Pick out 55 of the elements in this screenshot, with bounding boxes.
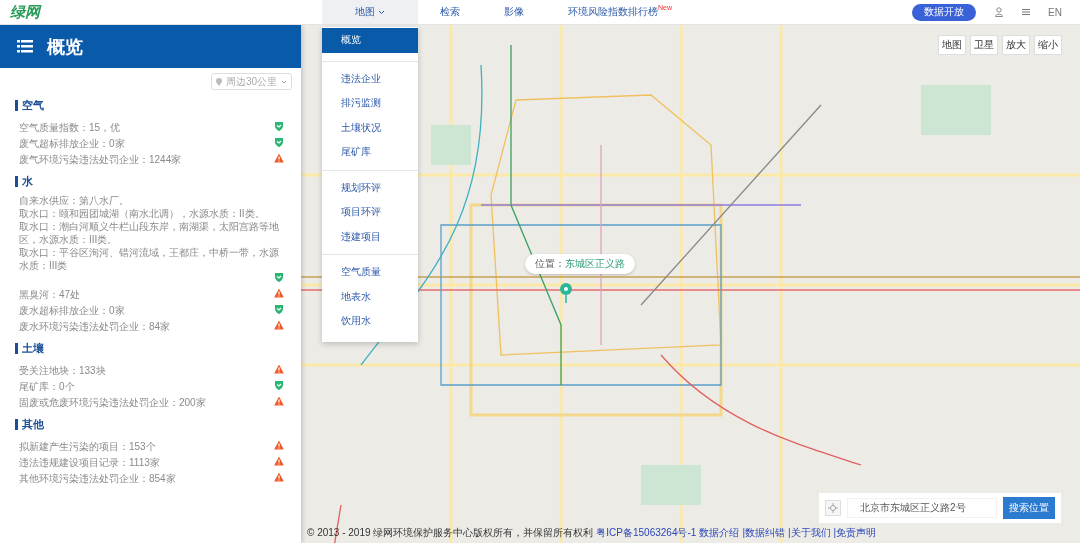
summary-text: 废气超标排放企业：0家 — [19, 137, 125, 150]
menu-item[interactable]: 饮用水 — [322, 309, 418, 334]
menu-icon[interactable] — [1021, 7, 1032, 17]
list-icon — [17, 40, 33, 53]
menu-item[interactable]: 违法企业 — [322, 66, 418, 91]
section-heading: 土壤 — [15, 343, 284, 354]
copyright-text: © 2013 - 2019 绿网环境保护服务中心版权所有，并保留所有权利 — [307, 526, 594, 540]
footer-link[interactable]: |免责声明 — [833, 526, 877, 540]
nav-tab[interactable]: 检索 — [418, 0, 482, 24]
summary-text: 受关注地块：133块 — [19, 364, 106, 377]
footer-link[interactable]: |关于我们 — [788, 526, 831, 540]
menu-item[interactable]: 地表水 — [322, 284, 418, 309]
caret-icon — [281, 79, 287, 84]
panel-title: 概览 — [47, 35, 83, 59]
section-heading: 其他 — [15, 419, 284, 430]
summary-text: 废气环境污染违法处罚企业：1244家 — [19, 153, 182, 166]
footer-link[interactable]: |数据纠错 — [742, 526, 785, 540]
summary-text: 废水环境污染违法处罚企业：84家 — [19, 320, 171, 333]
menu-item[interactable]: 违建项目 — [322, 224, 418, 249]
map-control-button[interactable]: 缩小 — [1034, 35, 1062, 55]
summary-text: 其他环境污染违法处罚企业：854家 — [19, 472, 176, 485]
summary-text: 废水超标排放企业：0家 — [19, 304, 125, 317]
summary-text: 固废或危废环境污染违法处罚企业：200家 — [19, 396, 206, 409]
footer-link[interactable]: 数据介绍 — [699, 526, 740, 540]
user-icon[interactable] — [994, 7, 1005, 17]
summary-text: 黑臭河：47处 — [19, 288, 81, 301]
summary-text: 空气质量指数：15，优 — [19, 121, 121, 134]
menu-item[interactable]: 空气质量 — [322, 260, 418, 285]
section-heading: 空气 — [15, 100, 284, 111]
footer-link[interactable]: 粤ICP备15063264号-1 — [596, 526, 697, 540]
summary-text: 拟新建产生污染的项目：153个 — [19, 440, 156, 453]
logo[interactable]: 绿网 — [0, 2, 322, 22]
menu-item[interactable]: 规划环评 — [322, 175, 418, 200]
menu-item[interactable]: 尾矿库 — [322, 140, 418, 165]
menu-item[interactable]: 概览 — [322, 28, 418, 53]
nav-tab[interactable]: 地图 — [322, 0, 418, 24]
pin-icon — [215, 77, 222, 86]
map-pin-icon — [559, 283, 573, 303]
section-heading: 水 — [15, 176, 284, 187]
search-location-button[interactable]: 搜索位置 — [1003, 497, 1055, 519]
map-control-button[interactable]: 卫星 — [970, 35, 998, 55]
location-input[interactable]: 北京市东城区正义路2号 — [847, 498, 997, 518]
menu-item[interactable]: 项目环评 — [322, 200, 418, 225]
summary-text: 违法违规建设项目记录：1113家 — [19, 456, 160, 469]
map-control-button[interactable]: 地图 — [938, 35, 966, 55]
language-toggle[interactable]: EN — [1048, 6, 1062, 18]
menu-item[interactable]: 排污监测 — [322, 91, 418, 116]
nav-tab[interactable]: 影像 — [482, 0, 546, 24]
map-control-button[interactable]: 放大 — [1002, 35, 1030, 55]
locate-icon[interactable] — [825, 500, 841, 516]
summary-text: 尾矿库：0个 — [19, 380, 75, 393]
summary-text: 自来水供应：第八水厂。 取水口：颐和园团城湖（南水北调），水源水质：II类。 取水口：潮白河顺义牛栏山段东岸，南湖渠，太阳宫路等地区，水源水质：III类。 取水口：平谷区洵河、错河流域，王都庄，中桥一带，水源水质：III类 — [19, 194, 280, 272]
location-popup: 位置：东城区正义路 — [525, 254, 635, 274]
data-open-button[interactable]: 数据开放 — [912, 3, 977, 21]
menu-item[interactable]: 土壤状况 — [322, 115, 418, 140]
